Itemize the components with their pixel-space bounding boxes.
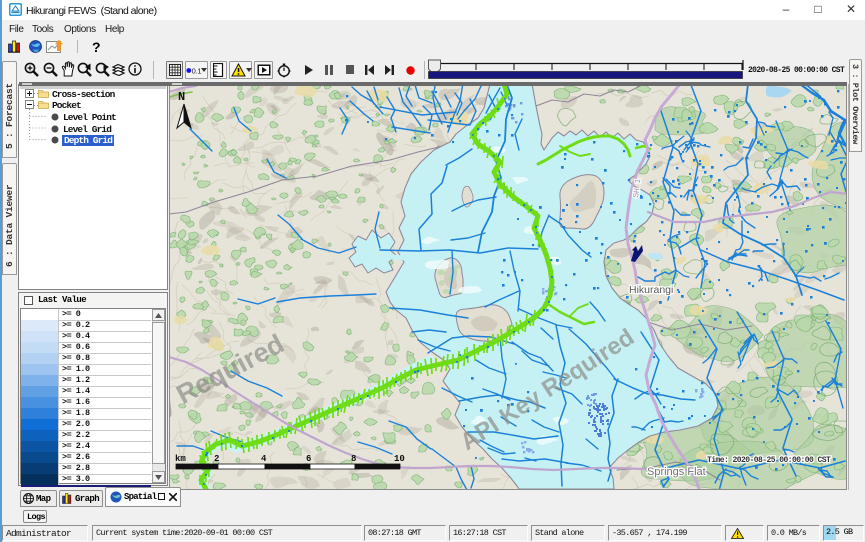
svg-text:2: 2 [214, 454, 219, 464]
svg-text:Hikurangi: Hikurangi [629, 284, 673, 296]
svg-text:km: km [175, 454, 186, 464]
svg-text:Springs Flat: Springs Flat [647, 466, 706, 478]
svg-text:N: N [178, 90, 185, 104]
svg-text:6: 6 [306, 454, 311, 464]
svg-text:Time: 2020-08-25 00:00:00 CST: Time: 2020-08-25 00:00:00 CST [707, 456, 831, 465]
svg-text:10: 10 [394, 454, 405, 464]
svg-text:8: 8 [351, 454, 356, 464]
svg-text:4: 4 [261, 454, 267, 464]
